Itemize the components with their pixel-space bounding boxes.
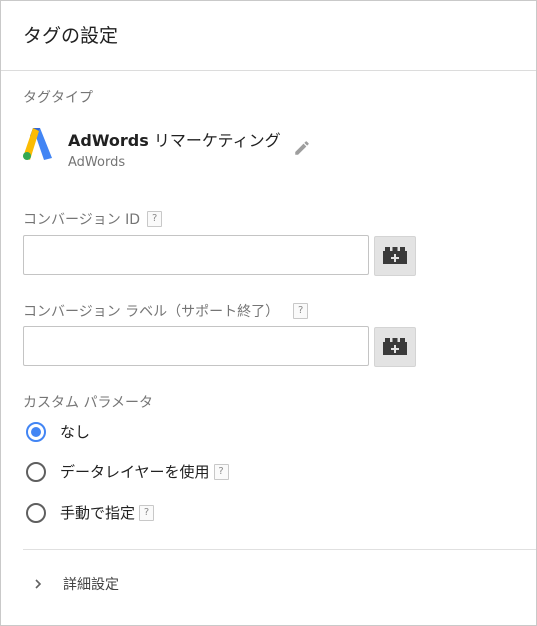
conversion-id-label: コンバージョン ID bbox=[23, 212, 141, 228]
adwords-logo bbox=[23, 128, 52, 160]
radio-button-data-layer[interactable] bbox=[26, 461, 46, 482]
tag-config-panel: タグの設定 タグタイプ AdWords リマーケティング AdWords コンバ… bbox=[0, 0, 537, 626]
advanced-settings-toggle[interactable]: 詳細設定 bbox=[33, 574, 119, 594]
radio-option-data-layer[interactable]: データレイヤーを使用 ? bbox=[26, 461, 229, 482]
data-layer-help-icon[interactable]: ? bbox=[213, 463, 229, 480]
pencil-icon[interactable] bbox=[293, 139, 311, 157]
tag-type-card[interactable]: AdWords リマーケティング AdWords bbox=[23, 127, 281, 170]
tag-type-name-brand: AdWords bbox=[68, 131, 149, 150]
panel-title: タグの設定 bbox=[23, 25, 119, 47]
conversion-id-help-icon[interactable]: ? bbox=[147, 211, 163, 227]
radio-option-none[interactable]: なし bbox=[26, 421, 90, 442]
conversion-label-label: コンバージョン ラベル（サポート終了） bbox=[23, 304, 280, 320]
conversion-label-help-icon[interactable]: ? bbox=[293, 303, 309, 319]
radio-button-manual[interactable] bbox=[26, 502, 46, 523]
panel-header: タグの設定 bbox=[1, 1, 536, 71]
tag-type-name-product: リマーケティング bbox=[148, 131, 281, 150]
radio-label-none: なし bbox=[60, 423, 91, 441]
radio-button-none[interactable] bbox=[26, 421, 46, 442]
radio-option-manual[interactable]: 手動で指定 ? bbox=[26, 502, 155, 523]
conversion-label-input[interactable] bbox=[23, 326, 369, 366]
advanced-settings-label: 詳細設定 bbox=[63, 577, 119, 593]
chevron-right-icon bbox=[35, 579, 42, 589]
conversion-id-variable-button[interactable] bbox=[374, 236, 416, 276]
section-divider bbox=[23, 549, 536, 550]
custom-params-label: カスタム パラメータ bbox=[23, 395, 154, 411]
lego-brick-plus-icon bbox=[383, 338, 407, 355]
conversion-label-label-row: コンバージョン ラベル（サポート終了） ? bbox=[23, 301, 309, 321]
lego-brick-plus-icon bbox=[383, 247, 407, 264]
conversion-label-variable-button[interactable] bbox=[374, 327, 416, 367]
radio-label-data-layer: データレイヤーを使用 bbox=[60, 463, 210, 481]
radio-label-manual: 手動で指定 bbox=[60, 504, 136, 522]
conversion-id-label-row: コンバージョン ID ? bbox=[23, 209, 163, 229]
tag-type-vendor: AdWords bbox=[68, 155, 126, 170]
tag-type-name: AdWords リマーケティング bbox=[68, 127, 281, 151]
tag-type-label: タグタイプ bbox=[23, 90, 93, 106]
conversion-id-input[interactable] bbox=[23, 235, 369, 275]
manual-help-icon[interactable]: ? bbox=[139, 504, 155, 521]
